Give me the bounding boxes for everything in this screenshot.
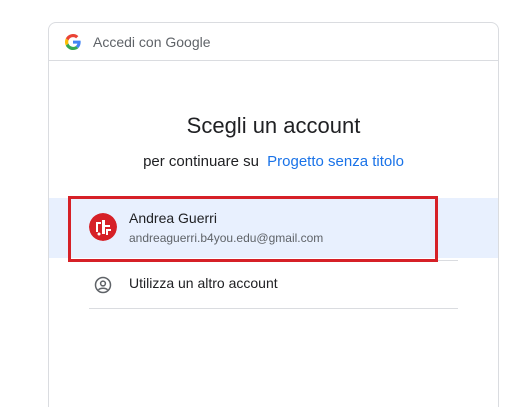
use-another-account-label: Utilizza un altro account — [129, 275, 278, 291]
account-name: Andrea Guerri — [129, 210, 217, 226]
avatar-icon — [89, 213, 117, 241]
use-another-account-button[interactable]: Utilizza un altro account — [49, 261, 498, 307]
account-email: andreaguerri.b4you.edu@gmail.com — [129, 231, 324, 245]
subtitle-prefix: per continuare su — [143, 153, 259, 170]
dialog-header: Accedi con Google — [49, 23, 498, 61]
google-g-icon — [65, 33, 81, 50]
divider — [89, 308, 458, 309]
person-circle-icon — [94, 276, 112, 294]
project-link[interactable]: Progetto senza titolo — [267, 153, 404, 170]
header-label: Accedi con Google — [93, 33, 211, 50]
account-row[interactable]: Andrea Guerri andreaguerri.b4you.edu@gma… — [49, 198, 498, 258]
subtitle: per continuare su Progetto senza titolo — [49, 153, 498, 170]
page-title: Scegli un account — [186, 113, 361, 138]
page: Accedi con Google Scegli un account per … — [0, 0, 525, 407]
sign-in-dialog: Accedi con Google Scegli un account per … — [48, 22, 499, 407]
